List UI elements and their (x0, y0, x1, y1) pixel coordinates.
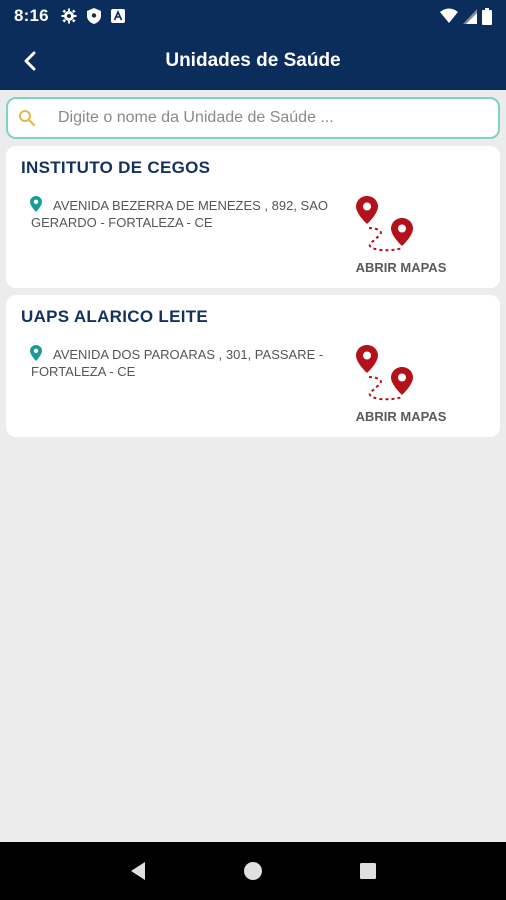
open-maps-button[interactable]: ABRIR MAPAS (344, 196, 464, 278)
gear-icon (61, 8, 77, 24)
unit-address: AVENIDA BEZERRA DE MENEZES , 892, SAO GE… (31, 198, 329, 230)
open-maps-button[interactable]: ABRIR MAPAS (344, 345, 464, 427)
shield-icon (86, 8, 101, 24)
unit-card[interactable]: INSTITUTO DE CEGOS AVENIDA BEZERRA DE ME… (6, 146, 500, 288)
chevron-left-icon (24, 51, 36, 71)
recents-square-icon (360, 863, 377, 879)
unit-address: AVENIDA DOS PAROARAS , 301, PASSARE - FO… (31, 347, 324, 379)
unit-name: INSTITUTO DE CEGOS (21, 158, 211, 177)
font-icon (110, 9, 125, 23)
page-title: Unidades de Saúde (165, 50, 341, 71)
nav-home-button[interactable] (233, 851, 273, 891)
nav-recents-button[interactable] (348, 851, 388, 891)
status-left-icons (61, 8, 125, 24)
system-nav-bar (0, 842, 506, 900)
status-right-icons (440, 7, 492, 25)
back-triangle-icon (130, 862, 145, 880)
signal-icon (463, 8, 477, 24)
unit-card[interactable]: UAPS ALARICO LEITE AVENIDA DOS PAROARAS … (6, 295, 500, 437)
map-route-icon (356, 345, 413, 401)
map-route-icon (356, 196, 413, 252)
back-button[interactable] (14, 45, 46, 77)
open-maps-label: ABRIR MAPAS (355, 260, 447, 275)
nav-back-button[interactable] (118, 851, 158, 891)
open-maps-label: ABRIR MAPAS (355, 409, 447, 424)
search-box[interactable] (6, 97, 500, 139)
wifi-icon (440, 8, 458, 23)
home-circle-icon (243, 862, 262, 880)
search-icon (19, 110, 35, 126)
screen: 8:16 Unidades de Saúde Digite o nome da … (0, 0, 506, 900)
search-input[interactable] (58, 109, 478, 127)
battery-icon (482, 7, 492, 25)
app-bar: Unidades de Saúde (0, 32, 506, 90)
status-time: 8:16 (14, 6, 49, 25)
unit-name: UAPS ALARICO LEITE (21, 307, 209, 326)
status-bar: 8:16 (0, 0, 506, 32)
